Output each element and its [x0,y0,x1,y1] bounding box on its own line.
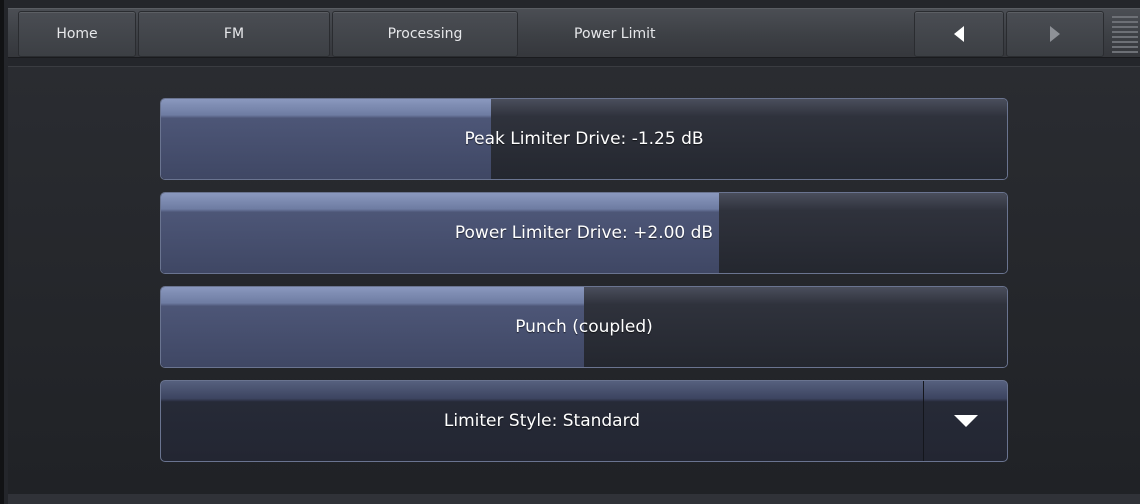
tab-fm-label: FM [223,26,245,42]
page-title: Power Limit [520,11,916,57]
tab-processing[interactable]: Processing [332,11,518,57]
punch-slider[interactable]: Punch (coupled) [160,286,1008,368]
dropdown-arrow-icon [954,415,978,427]
triangle-left-icon [954,26,964,42]
tab-home[interactable]: Home [18,11,136,57]
tab-fm[interactable]: FM [138,11,330,57]
slider-label: Peak Limiter Drive: -1.25 dB [464,129,704,149]
dropdown-label: Limiter Style: Standard [443,411,641,431]
next-page-button[interactable] [1006,11,1104,57]
power-limiter-drive-slider[interactable]: Power Limiter Drive: +2.00 dB [160,192,1008,274]
limiter-style-dropdown[interactable]: Limiter Style: Standard [160,380,1008,462]
top-nav-bar: Home FM Processing Power Limit [8,8,1140,58]
menu-lines-icon[interactable] [1108,11,1140,57]
slider-label: Punch (coupled) [515,317,653,337]
prev-page-button[interactable] [914,11,1004,57]
tab-processing-label: Processing [387,26,463,42]
app-window: Home FM Processing Power Limit Peak Limi… [0,0,1140,504]
peak-limiter-drive-slider[interactable]: Peak Limiter Drive: -1.25 dB [160,98,1008,180]
triangle-right-icon [1050,26,1060,42]
bottom-strip [8,494,1140,504]
slider-label: Power Limiter Drive: +2.00 dB [454,223,714,243]
tab-home-label: Home [56,26,98,42]
dropdown-arrow-button[interactable] [924,381,1007,461]
page-title-label: Power Limit [574,26,656,42]
